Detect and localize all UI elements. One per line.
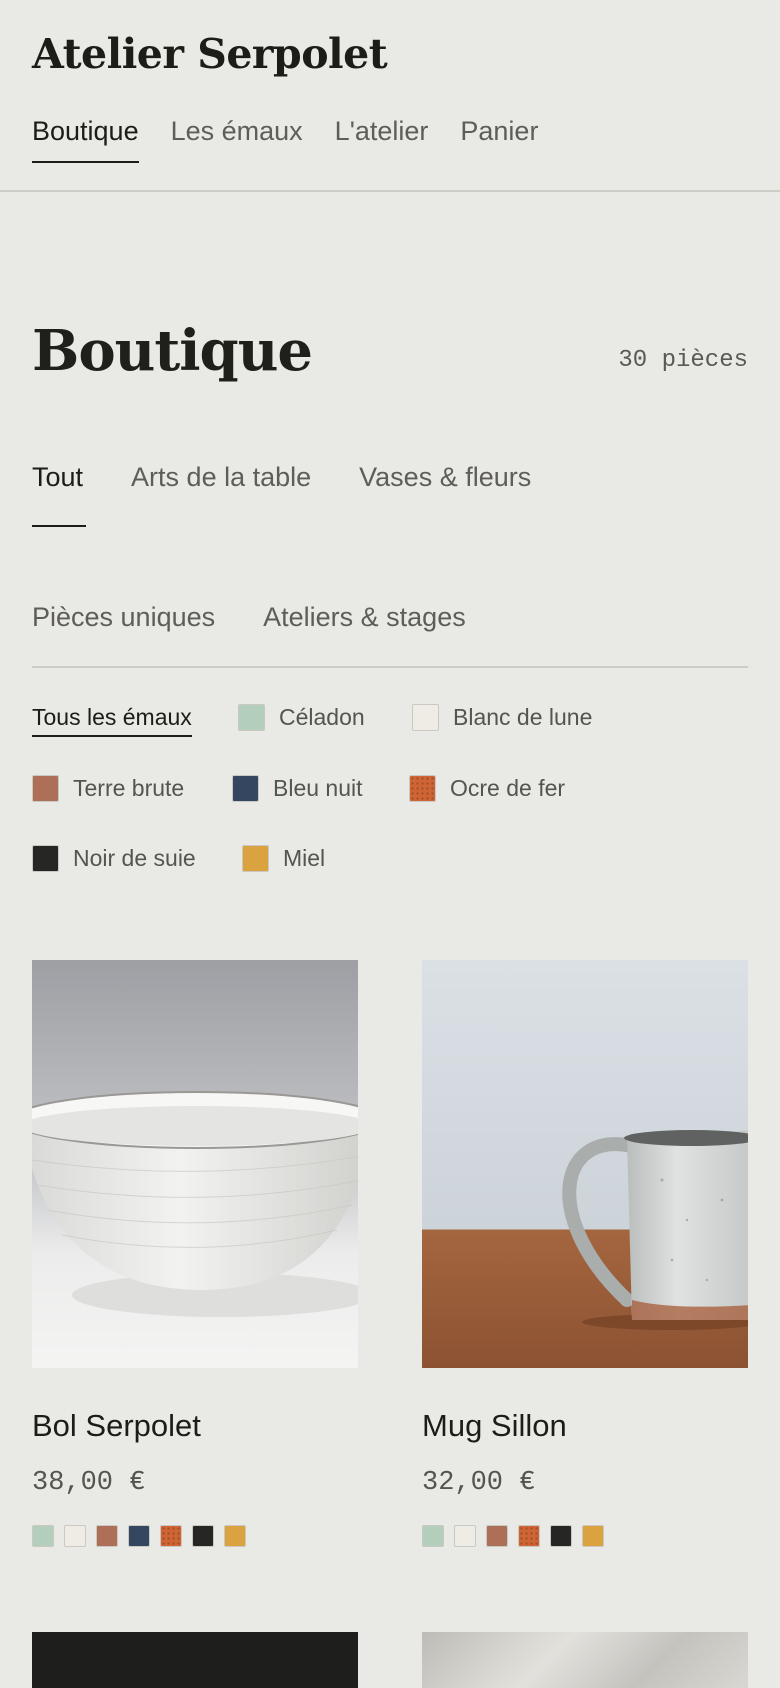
glaze-label: Terre brute (73, 775, 185, 801)
tab-tout[interactable]: Tout (32, 462, 83, 493)
product-card[interactable]: Mug Sillon 32,00 € (422, 960, 748, 1547)
glaze-label: Miel (283, 845, 326, 871)
product-image-bowl[interactable] (32, 960, 358, 1368)
active-tab-indicator (32, 525, 86, 527)
glaze-filter-noir-de-suie[interactable]: Noir de suie (32, 845, 196, 872)
glaze-swatch (32, 775, 59, 802)
category-tabs-row-2: Pièces uniques Ateliers & stages (32, 602, 466, 633)
nav-panier[interactable]: Panier (460, 116, 538, 163)
glaze-swatch[interactable] (128, 1525, 150, 1547)
brand-logo[interactable]: Atelier Serpolet (32, 30, 388, 78)
product-price: 38,00 € (32, 1468, 146, 1498)
category-divider (32, 666, 748, 668)
glaze-swatch (412, 704, 439, 731)
glaze-filter-celadon[interactable]: Céladon (238, 704, 365, 731)
glaze-swatch (232, 775, 259, 802)
glaze-label: Blanc de lune (453, 704, 593, 730)
glaze-filter-bleu-nuit[interactable]: Bleu nuit (232, 775, 363, 802)
glaze-filter-terre-brute[interactable]: Terre brute (32, 775, 184, 802)
product-name[interactable]: Mug Sillon (422, 1408, 567, 1444)
glaze-swatch[interactable] (422, 1525, 444, 1547)
glaze-label: Ocre de fer (450, 775, 566, 801)
glaze-filter-ocre-de-fer[interactable]: Ocre de fer (409, 775, 565, 802)
glaze-swatch[interactable] (224, 1525, 246, 1547)
glaze-swatch[interactable] (518, 1525, 540, 1547)
glaze-swatch[interactable] (96, 1525, 118, 1547)
glaze-filter-miel[interactable]: Miel (242, 845, 325, 872)
glaze-swatch (242, 845, 269, 872)
glaze-swatch[interactable] (486, 1525, 508, 1547)
nav-emaux[interactable]: Les émaux (171, 116, 303, 163)
glaze-swatch[interactable] (192, 1525, 214, 1547)
product-price: 32,00 € (422, 1468, 536, 1498)
glaze-label: Bleu nuit (273, 775, 363, 801)
site-header: Atelier Serpolet Boutique Les émaux L'at… (0, 0, 780, 192)
item-count: 30 pièces (618, 347, 748, 374)
page-title: Boutique (32, 318, 313, 384)
glaze-swatch (32, 845, 59, 872)
glaze-swatch[interactable] (550, 1525, 572, 1547)
product-image-mug[interactable] (422, 960, 748, 1368)
glaze-swatch[interactable] (64, 1525, 86, 1547)
product-glaze-swatches (422, 1525, 604, 1547)
product-image-partial[interactable] (422, 1632, 748, 1688)
product-name[interactable]: Bol Serpolet (32, 1408, 201, 1444)
glaze-filter-blanc-de-lune[interactable]: Blanc de lune (412, 704, 592, 731)
category-tabs-row-1: Tout Arts de la table Vases & fleurs (32, 462, 531, 493)
glaze-swatch[interactable] (582, 1525, 604, 1547)
glaze-swatch[interactable] (32, 1525, 54, 1547)
product-card[interactable]: Bol Serpolet 38,00 € (32, 960, 358, 1547)
main-nav: Boutique Les émaux L'atelier Panier (32, 116, 538, 163)
product-image-partial[interactable] (32, 1632, 358, 1688)
tab-pieces-uniques[interactable]: Pièces uniques (32, 602, 215, 633)
glaze-filter-all[interactable]: Tous les émaux (32, 704, 192, 737)
glaze-swatch[interactable] (454, 1525, 476, 1547)
glaze-label: Noir de suie (73, 845, 196, 871)
glaze-swatch[interactable] (160, 1525, 182, 1547)
nav-atelier[interactable]: L'atelier (335, 116, 429, 163)
glaze-swatch (238, 704, 265, 731)
glaze-swatch (409, 775, 436, 802)
product-glaze-swatches (32, 1525, 246, 1547)
glaze-label: Céladon (279, 704, 365, 730)
tab-arts-de-la-table[interactable]: Arts de la table (131, 462, 311, 493)
tab-ateliers-stages[interactable]: Ateliers & stages (263, 602, 466, 633)
tab-vases-fleurs[interactable]: Vases & fleurs (359, 462, 531, 493)
nav-boutique[interactable]: Boutique (32, 116, 139, 163)
